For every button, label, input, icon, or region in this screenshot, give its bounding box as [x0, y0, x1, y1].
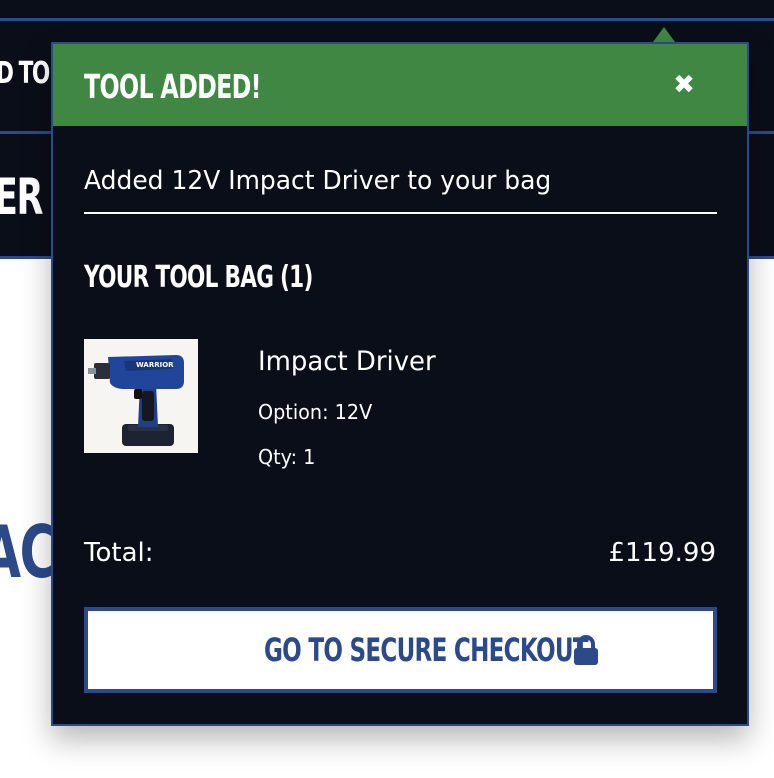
close-icon[interactable]: ✖	[670, 71, 698, 99]
added-message: Added 12V Impact Driver to your bag	[84, 166, 552, 196]
popup-arrow	[653, 27, 675, 42]
nav-link-fragment[interactable]: D TO	[0, 56, 50, 91]
popup-header: TOOL ADDED! ✖	[53, 44, 747, 126]
top-bar	[0, 0, 774, 21]
checkout-button-label: GO TO SECURE CHECKOUT	[263, 631, 589, 669]
secure-checkout-button[interactable]: GO TO SECURE CHECKOUT	[84, 607, 717, 693]
divider	[84, 212, 717, 214]
total-label: Total:	[84, 538, 154, 568]
product-qty: Qty: 1	[258, 445, 316, 469]
header-text-fragment: ER	[0, 168, 43, 226]
tool-bag-heading: YOUR TOOL BAG (1)	[84, 260, 313, 295]
product-image[interactable]: WARRIOR	[84, 339, 198, 453]
product-option: Option: 12V	[258, 400, 373, 424]
page-heading-fragment: AC	[0, 510, 57, 594]
popup-title: TOOL ADDED!	[84, 67, 261, 106]
product-name[interactable]: Impact Driver	[258, 346, 436, 377]
added-to-bag-popup: TOOL ADDED! ✖ Added 12V Impact Driver to…	[51, 42, 749, 726]
product-brand-label: WARRIOR	[136, 361, 174, 369]
total-value: £119.99	[608, 538, 716, 568]
